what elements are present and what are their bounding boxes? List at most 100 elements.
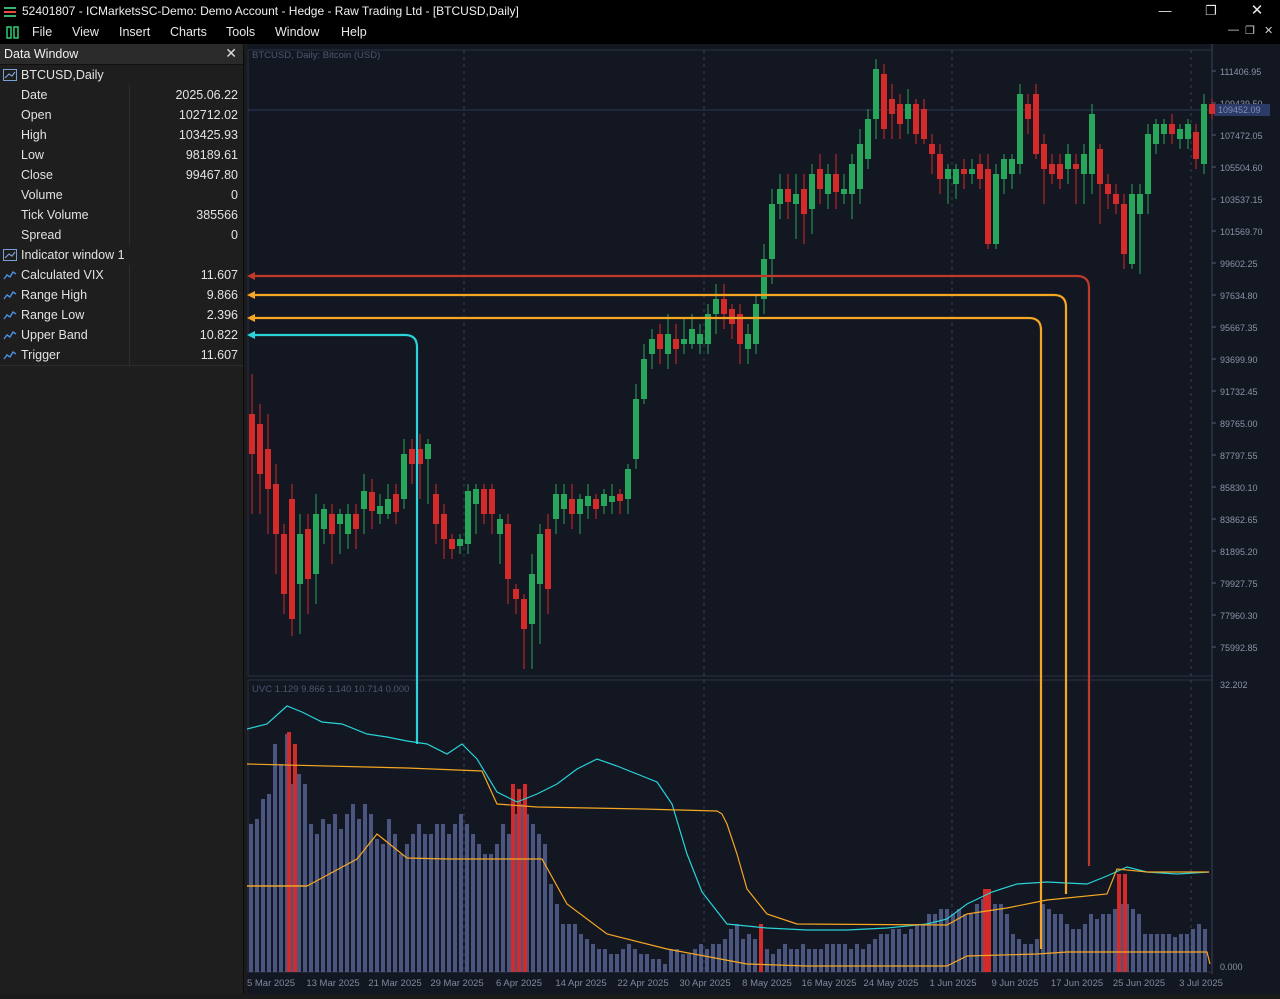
histogram-bar <box>615 954 619 972</box>
candle-body <box>713 299 719 314</box>
histogram-bar <box>1005 914 1009 972</box>
histogram-bar <box>849 949 853 972</box>
candle-body <box>633 399 639 459</box>
histogram-bar <box>507 834 511 972</box>
histogram-bar <box>255 819 259 972</box>
candle-body <box>1121 204 1127 254</box>
candle-body <box>1041 144 1047 169</box>
mdi-minimize-button[interactable]: — <box>1228 24 1239 36</box>
histogram-bar <box>621 949 625 972</box>
indicator-line-icon <box>3 351 17 360</box>
histogram-bar <box>723 939 727 972</box>
candle-body <box>1097 149 1103 184</box>
candle-body <box>409 449 415 464</box>
price-tick-label: 91732.45 <box>1220 387 1258 397</box>
menu-bar: File View Insert Charts Tools Window Hel… <box>0 22 1280 44</box>
histogram-bar <box>447 834 451 972</box>
mdi-restore-button[interactable]: ❐ <box>1245 24 1255 37</box>
restore-button[interactable]: ❐ <box>1188 0 1234 22</box>
indicator-row-range-high: Range High 9.866 <box>0 285 243 306</box>
candle-body <box>817 169 823 189</box>
indicator-header-row: Indicator window 1 <box>0 245 243 266</box>
indicator-row-upper-band: Upper Band 10.822 <box>0 325 243 346</box>
data-row-open-label: Open <box>21 108 52 122</box>
upper-band-line <box>246 763 1209 926</box>
candle-body <box>601 494 607 506</box>
data-row-low: Low 98189.61 <box>0 145 243 166</box>
data-row-low-label: Low <box>21 148 44 162</box>
candle-body <box>561 494 567 509</box>
histogram-bar <box>1197 924 1201 972</box>
price-tick-label: 81895.20 <box>1220 547 1258 557</box>
histogram-bar <box>1143 934 1147 972</box>
candle-body <box>1017 94 1023 164</box>
histogram-bar <box>633 949 637 972</box>
histogram-bar <box>627 944 631 972</box>
menu-help[interactable]: Help <box>341 25 367 39</box>
menu-window[interactable]: Window <box>275 25 319 39</box>
histogram-bar <box>477 844 481 972</box>
histogram-bar <box>1191 929 1195 972</box>
histogram-bar <box>783 944 787 972</box>
candle-body <box>1161 124 1167 134</box>
candle-body <box>993 174 999 244</box>
histogram-bar <box>585 939 589 972</box>
chart-canvas[interactable]: 111406.95109439.50107472.05105504.601035… <box>246 44 1280 994</box>
histogram-bar <box>303 784 307 972</box>
data-row-spread-divider <box>129 225 130 245</box>
candle-body <box>1145 134 1151 194</box>
close-button[interactable]: ✕ <box>1234 0 1280 22</box>
minimize-button[interactable]: — <box>1142 0 1188 22</box>
candle-body <box>721 299 727 314</box>
candle-body <box>257 424 263 474</box>
histogram-bar <box>1053 914 1057 972</box>
price-tick-label: 101569.70 <box>1220 227 1263 237</box>
histogram-bar <box>1161 934 1165 972</box>
candle-body <box>801 189 807 214</box>
price-tick-label: 103537.15 <box>1220 195 1263 205</box>
menu-charts[interactable]: Charts <box>170 25 207 39</box>
candle-body <box>337 514 343 524</box>
candle-body <box>1185 124 1191 139</box>
candle-body <box>553 494 559 519</box>
candle-body <box>1009 159 1015 174</box>
candle-body <box>433 494 439 524</box>
candle-body <box>809 174 815 209</box>
histogram-bar <box>765 949 769 972</box>
histogram-bar <box>663 964 667 972</box>
data-window-close-icon[interactable]: ✕ <box>225 45 237 62</box>
mdi-close-button[interactable]: ✕ <box>1264 24 1273 37</box>
chart-area[interactable]: 111406.95109439.50107472.05105504.601035… <box>246 44 1280 994</box>
histogram-bar-hot <box>523 784 527 972</box>
histogram-bar <box>921 924 925 972</box>
menu-view[interactable]: View <box>72 25 99 39</box>
chart-window-icon <box>3 249 17 261</box>
candle-body <box>249 414 255 454</box>
menu-insert[interactable]: Insert <box>119 25 150 39</box>
candle-body <box>1073 164 1079 169</box>
candle-body <box>385 499 391 514</box>
indicator-line-icon <box>3 291 17 300</box>
candle-body <box>497 519 503 534</box>
histogram-bar <box>549 884 553 972</box>
menu-file[interactable]: File <box>32 25 52 39</box>
candle-body <box>273 484 279 534</box>
indicator-row-calculated-vix-divider <box>129 265 130 285</box>
menu-tools[interactable]: Tools <box>226 25 255 39</box>
indicator-row-calculated-vix: Calculated VIX 11.607 <box>0 265 243 286</box>
histogram-bar <box>807 949 811 972</box>
histogram-bar <box>999 904 1003 972</box>
candle-body <box>769 204 775 259</box>
candle-body <box>585 496 591 506</box>
indicator-row-range-low-divider <box>129 305 130 325</box>
histogram-bar <box>741 939 745 972</box>
date-tick-label: 21 Mar 2025 <box>368 978 421 989</box>
candle-body <box>305 529 311 579</box>
data-row-high-value: 103425.93 <box>178 128 238 142</box>
indicator-row-upper-band-value: 10.822 <box>199 328 238 342</box>
data-row-volume-divider <box>129 185 130 205</box>
histogram-bar <box>969 914 973 972</box>
date-tick-label: 14 Apr 2025 <box>555 978 606 989</box>
indicator-row-range-high-divider <box>129 285 130 305</box>
histogram-bar <box>1179 934 1183 972</box>
